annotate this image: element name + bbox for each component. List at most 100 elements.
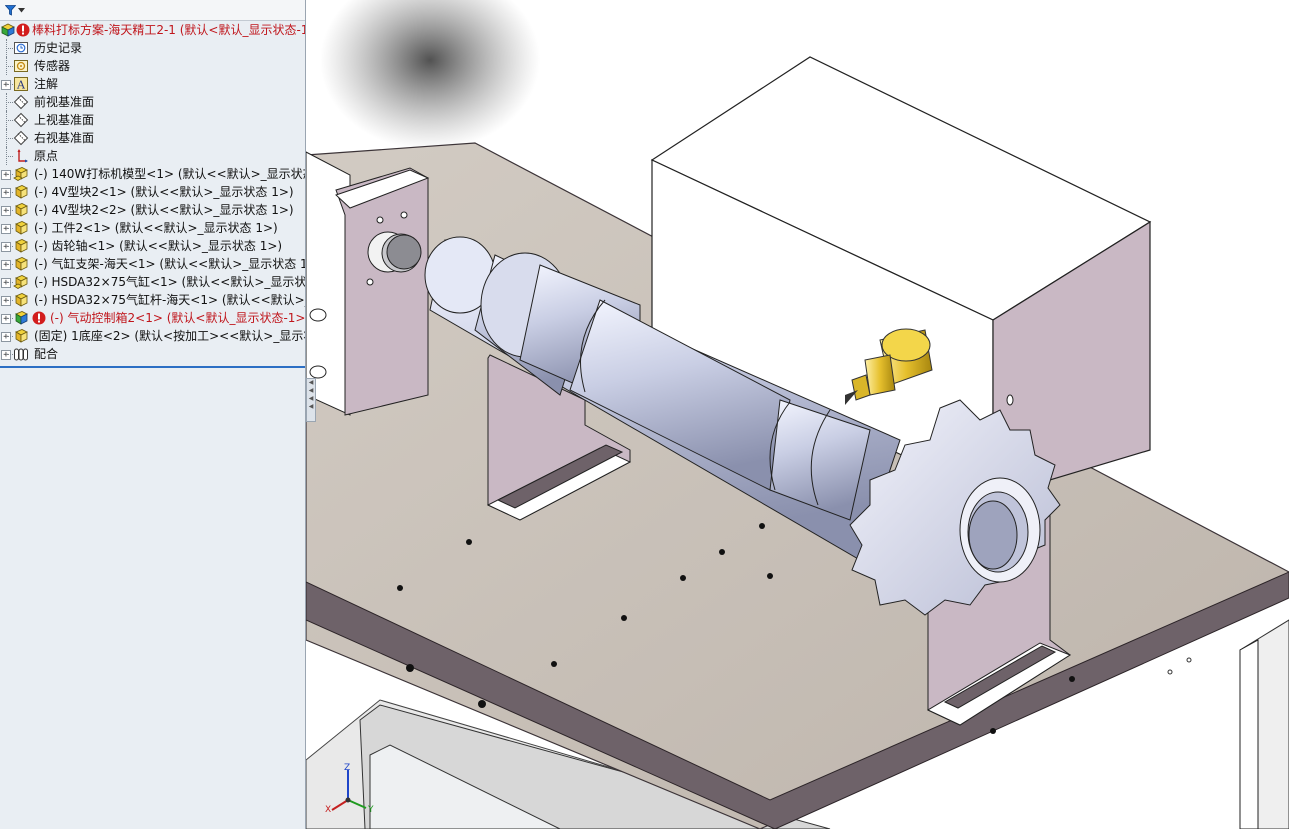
expand-toggle[interactable]: + (1, 224, 11, 234)
tree-item-component[interactable]: + (-) 工件2<1> (默认<<默认>_显示状态 1>) (0, 219, 305, 237)
tree-item-label: (-) 气缸支架-海天<1> (默认<<默认>_显示状态 1>) (34, 257, 306, 271)
subassembly-icon (13, 167, 28, 181)
part-icon (15, 185, 28, 199)
tree-item-label: (-) HSDA32×75气缸<1> (默认<<默认>_显示状态 1>) (34, 275, 306, 289)
expand-toggle[interactable]: + (1, 332, 11, 342)
tree-item-label: (-) 4V型块2<1> (默认<<默认>_显示状态 1>) (34, 185, 294, 199)
part-icon (15, 203, 28, 217)
expand-toggle[interactable]: + (1, 350, 11, 360)
tree-item-component[interactable]: + (-) 4V型块2<2> (默认<<默认>_显示状态 1>) (0, 201, 305, 219)
tree-item-label: 前视基准面 (34, 95, 95, 109)
expand-toggle[interactable]: + (1, 296, 11, 306)
error-icon (32, 311, 46, 325)
tree-item-label: (-) 140W打标机模型<1> (默认<<默认>_显示状态 1>) (34, 167, 306, 181)
tree-item-annotations[interactable]: + A 注解 (0, 75, 305, 93)
origin-icon (17, 149, 28, 163)
tree-item-label: 传感器 (34, 59, 71, 73)
tree-rollback-bar[interactable] (0, 366, 305, 368)
tree-guide (6, 336, 13, 337)
tree-item-label: (-) 气动控制箱2<1> (默认<默认_显示状态-1>) (50, 311, 306, 325)
svg-text:A: A (16, 79, 26, 92)
tree-item-label: (-) 工件2<1> (默认<<默认>_显示状态 1>) (34, 221, 278, 235)
panel-splitter[interactable]: ◀ ◀ ◀ ◀ (306, 378, 316, 422)
shadow-blob (320, 0, 540, 150)
tree-root-assembly[interactable]: 棒料打标方案-海天精工2-1 (默认<默认_显示状态-1>) (0, 21, 305, 39)
part-icon (15, 257, 28, 271)
tree-guide (6, 228, 13, 229)
plane-icon (13, 94, 29, 110)
tree-item-component[interactable]: + (固定) 1底座<2> (默认<按加工><<默认>_显示状态 1>) (0, 327, 305, 345)
part-icon (15, 221, 28, 235)
tree-guide (6, 66, 13, 67)
tree-list: 棒料打标方案-海天精工2-1 (默认<默认_显示状态-1>) 历史记录 传感器 … (0, 21, 305, 363)
tree-guide (6, 192, 13, 193)
tree-item-component[interactable]: + (-) HSDA32×75气缸杆-海天<1> (默认<<默认>_显示状态 1… (0, 291, 305, 309)
tree-item-sensors[interactable]: 传感器 (0, 57, 305, 75)
expand-toggle[interactable]: + (1, 314, 11, 324)
arrow-left-icon: ◀ (308, 395, 314, 402)
tree-item-label: 右视基准面 (34, 131, 95, 145)
view-triad[interactable]: Z X Y (318, 760, 378, 820)
feature-manager-tree: 棒料打标方案-海天精工2-1 (默认<默认_显示状态-1>) 历史记录 传感器 … (0, 0, 306, 829)
tree-guide (6, 354, 13, 355)
tree-guide (6, 318, 13, 319)
model-render (306, 0, 1289, 829)
expand-toggle[interactable]: + (1, 206, 11, 216)
funnel-icon (5, 4, 16, 16)
tree-item-component[interactable]: + (-) 4V型块2<1> (默认<<默认>_显示状态 1>) (0, 183, 305, 201)
tree-item-label: 原点 (34, 149, 59, 163)
tree-item-history[interactable]: 历史记录 (0, 39, 305, 57)
triad-z-label: Z (344, 763, 350, 773)
cylinder-bracket (306, 151, 430, 416)
tree-item-label: 上视基准面 (34, 113, 95, 127)
tree-guide (6, 156, 13, 157)
arrow-left-icon: ◀ (308, 403, 314, 410)
part-icon (15, 293, 28, 307)
tree-guide (6, 120, 13, 121)
tree-item-top-plane[interactable]: 上视基准面 (0, 111, 305, 129)
expand-toggle[interactable]: + (1, 80, 11, 90)
filter-button[interactable] (2, 2, 28, 18)
tree-item-front-plane[interactable]: 前视基准面 (0, 93, 305, 111)
tree-guide (6, 138, 13, 139)
tree-item-component[interactable]: + (-) 齿轮轴<1> (默认<<默认>_显示状态 1>) (0, 237, 305, 255)
expand-toggle[interactable]: + (1, 188, 11, 198)
part-icon (15, 239, 28, 253)
tree-guide (6, 48, 13, 49)
chevron-down-icon (18, 7, 25, 12)
tree-item-origin[interactable]: 原点 (0, 147, 305, 165)
expand-toggle[interactable]: + (1, 242, 11, 252)
expand-toggle[interactable]: + (1, 170, 11, 180)
tree-item-component[interactable]: + (-) 140W打标机模型<1> (默认<<默认>_显示状态 1>) (0, 165, 305, 183)
subassembly-icon (15, 311, 28, 325)
tree-guide (6, 210, 13, 211)
graphics-viewport[interactable] (306, 0, 1289, 829)
mates-icon (14, 348, 28, 361)
annotation-icon: A (14, 77, 28, 92)
expand-toggle[interactable]: + (1, 260, 11, 270)
subassembly-icon (13, 275, 28, 289)
assembly-icon (1, 23, 15, 37)
tree-guide (6, 264, 13, 265)
tree-item-label: (-) HSDA32×75气缸杆-海天<1> (默认<<默认>_显示状态 1>) (34, 293, 305, 307)
tree-item-label: 历史记录 (34, 41, 83, 55)
tree-item-mates[interactable]: + 配合 (0, 345, 305, 363)
tree-guide (6, 84, 13, 85)
error-icon (16, 23, 30, 37)
sensor-icon (14, 60, 28, 72)
tree-item-component[interactable]: + (-) HSDA32×75气缸<1> (默认<<默认>_显示状态 1>) (0, 273, 305, 291)
tree-item-label: 配合 (34, 347, 59, 361)
tree-guide (6, 300, 13, 301)
tree-item-label: (固定) 1底座<2> (默认<按加工><<默认>_显示状态 1>) (34, 329, 305, 343)
tree-item-label: (-) 4V型块2<2> (默认<<默认>_显示状态 1>) (34, 203, 294, 217)
tree-item-right-plane[interactable]: 右视基准面 (0, 129, 305, 147)
tree-item-component-error[interactable]: + (-) 气动控制箱2<1> (默认<默认_显示状态-1>) (0, 309, 305, 327)
expand-toggle[interactable]: + (1, 278, 11, 288)
arrow-left-icon: ◀ (308, 379, 314, 386)
triad-x-label: X (325, 805, 331, 815)
part-icon (15, 329, 28, 343)
tree-item-label: 注解 (34, 77, 59, 91)
tree-item-component[interactable]: + (-) 气缸支架-海天<1> (默认<<默认>_显示状态 1>) (0, 255, 305, 273)
tree-guide (6, 246, 13, 247)
tree-root-label: 棒料打标方案-海天精工2-1 (默认<默认_显示状态-1>) (32, 23, 306, 37)
